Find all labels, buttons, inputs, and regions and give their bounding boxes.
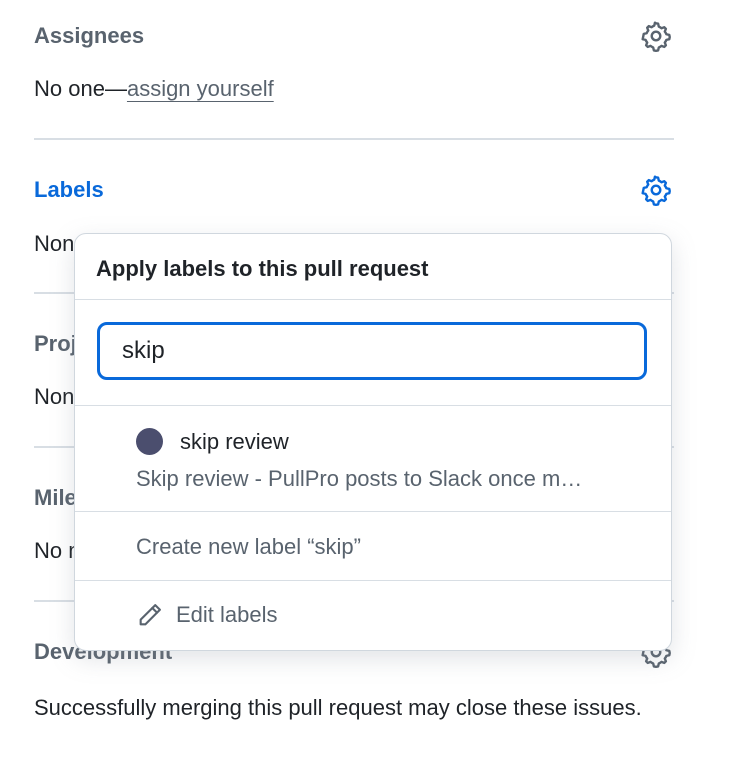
label-color-swatch	[136, 428, 163, 455]
label-filter-input[interactable]	[97, 322, 647, 380]
popover-divider	[75, 580, 671, 581]
label-option-skip-review[interactable]: skip review Skip review - PullPro posts …	[75, 406, 671, 510]
popover-title: Apply labels to this pull request	[96, 256, 429, 281]
label-picker-popover: Apply labels to this pull request skip r…	[74, 233, 672, 651]
label-option-name: skip review	[180, 429, 289, 454]
label-option-description: Skip review - PullPro posts to Slack onc…	[136, 466, 583, 491]
development-body: Successfully merging this pull request m…	[34, 695, 642, 720]
create-label-option[interactable]: Create new label “skip”	[136, 534, 361, 560]
popover-divider	[75, 299, 671, 300]
gear-icon[interactable]	[640, 174, 672, 206]
labels-header: Labels	[34, 175, 674, 206]
pencil-icon	[139, 604, 161, 626]
development-section: Development Successfully merging this pu…	[34, 637, 674, 770]
edit-labels-link[interactable]: Edit labels	[136, 600, 278, 630]
labels-title: Labels	[34, 177, 104, 202]
gear-icon[interactable]	[640, 20, 672, 52]
assign-yourself-link[interactable]: assign yourself	[127, 76, 274, 101]
assignees-header: Assignees	[34, 21, 674, 52]
assignees-title: Assignees	[34, 23, 145, 48]
assignees-section: Assignees No one—assign yourself	[34, 21, 674, 140]
edit-labels-text: Edit labels	[176, 602, 278, 627]
assignees-empty-text: No one—	[34, 76, 127, 101]
assignees-body: No one—assign yourself	[34, 75, 274, 103]
popover-divider	[75, 511, 671, 512]
